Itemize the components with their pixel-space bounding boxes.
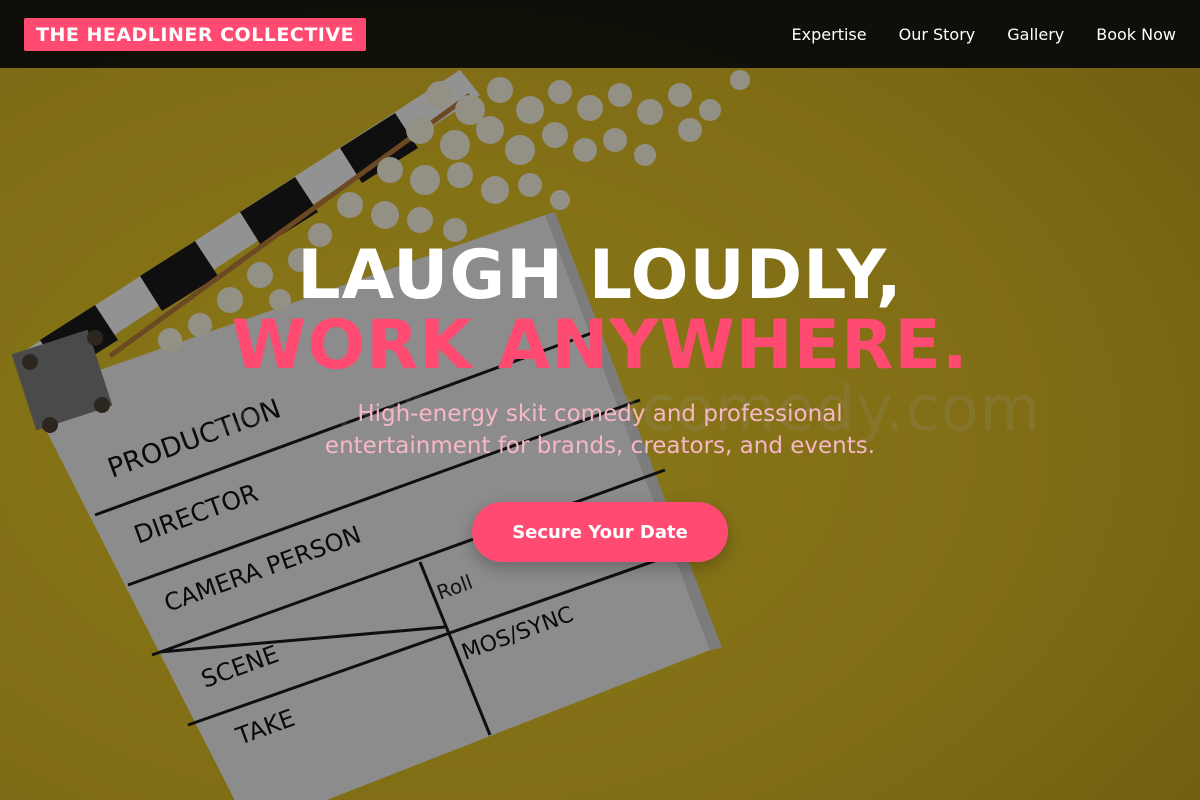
- nav-links: Expertise Our Story Gallery Book Now: [792, 25, 1176, 44]
- hero-headline-line-1: LAUGH LOUDLY,: [297, 236, 903, 315]
- secure-your-date-button[interactable]: Secure Your Date: [472, 502, 728, 562]
- nav-link-expertise[interactable]: Expertise: [792, 25, 867, 44]
- top-navbar: THE HEADLINER COLLECTIVE Expertise Our S…: [0, 0, 1200, 68]
- nav-link-our-story[interactable]: Our Story: [899, 25, 976, 44]
- page: PRODUCTION DIRECTOR CAMERA PERSON Roll S…: [0, 0, 1200, 800]
- nav-link-book-now[interactable]: Book Now: [1096, 25, 1176, 44]
- hero-subtitle: High-energy skit comedy and professional…: [324, 401, 876, 459]
- nav-link-gallery[interactable]: Gallery: [1007, 25, 1064, 44]
- brand-logo[interactable]: THE HEADLINER COLLECTIVE: [24, 17, 367, 51]
- hero-headline-line-2: WORK ANYWHERE.: [231, 306, 969, 385]
